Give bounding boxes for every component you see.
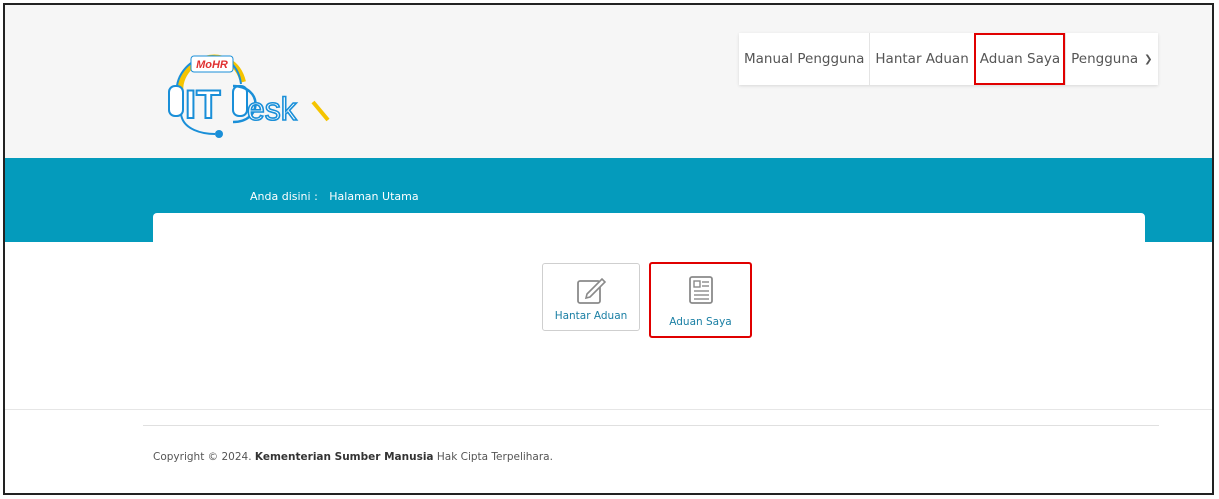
copyright-org: Kementerian Sumber Manusia [254, 451, 434, 463]
nav-hantar-aduan[interactable]: Hantar Aduan [869, 33, 973, 85]
tile-label: Aduan Saya [669, 316, 732, 328]
logo-wordmark-right: esk [247, 91, 298, 127]
chevron-down-icon: ❯ [1144, 53, 1153, 65]
breadcrumb-prefix: Anda disini : [250, 190, 318, 203]
footer-divider [5, 409, 1212, 410]
footer-rule [143, 425, 1159, 426]
nav-label: Hantar Aduan [875, 51, 969, 67]
tile-label: Hantar Aduan [554, 310, 628, 322]
tile-aduan-saya[interactable]: Aduan Saya [649, 262, 752, 338]
edit-icon [577, 277, 607, 304]
nav-label: Aduan Saya [979, 51, 1061, 67]
nav-pengguna-dropdown[interactable]: Pengguna ❯ [1065, 33, 1157, 85]
logo-wordmark-left: IT [185, 83, 221, 127]
breadcrumb: Anda disini : Halaman Utama [250, 190, 419, 203]
nav-aduan-saya[interactable]: Aduan Saya [973, 33, 1066, 85]
logo-badge-text: MoHR [196, 59, 228, 71]
list-document-icon [688, 276, 713, 304]
copyright-prefix: Copyright © 2024. [153, 451, 252, 463]
breadcrumb-current[interactable]: Halaman Utama [329, 190, 418, 203]
site-header: MoHR IT esk Manual Pengguna Hantar Aduan… [5, 5, 1212, 158]
itdesk-logo[interactable]: MoHR IT esk [163, 42, 339, 142]
footer-copyright: Copyright © 2024. Kementerian Sumber Man… [153, 451, 553, 463]
copyright-suffix: Hak Cipta Terpelihara. [436, 451, 553, 463]
nav-label: Manual Pengguna [744, 51, 865, 67]
page-frame: MoHR IT esk Manual Pengguna Hantar Aduan… [3, 3, 1214, 495]
tile-hantar-aduan[interactable]: Hantar Aduan [542, 263, 640, 331]
main-nav: Manual Pengguna Hantar Aduan Aduan Saya … [739, 33, 1158, 85]
nav-manual-pengguna[interactable]: Manual Pengguna [739, 33, 869, 85]
nav-label: Pengguna [1071, 51, 1139, 67]
